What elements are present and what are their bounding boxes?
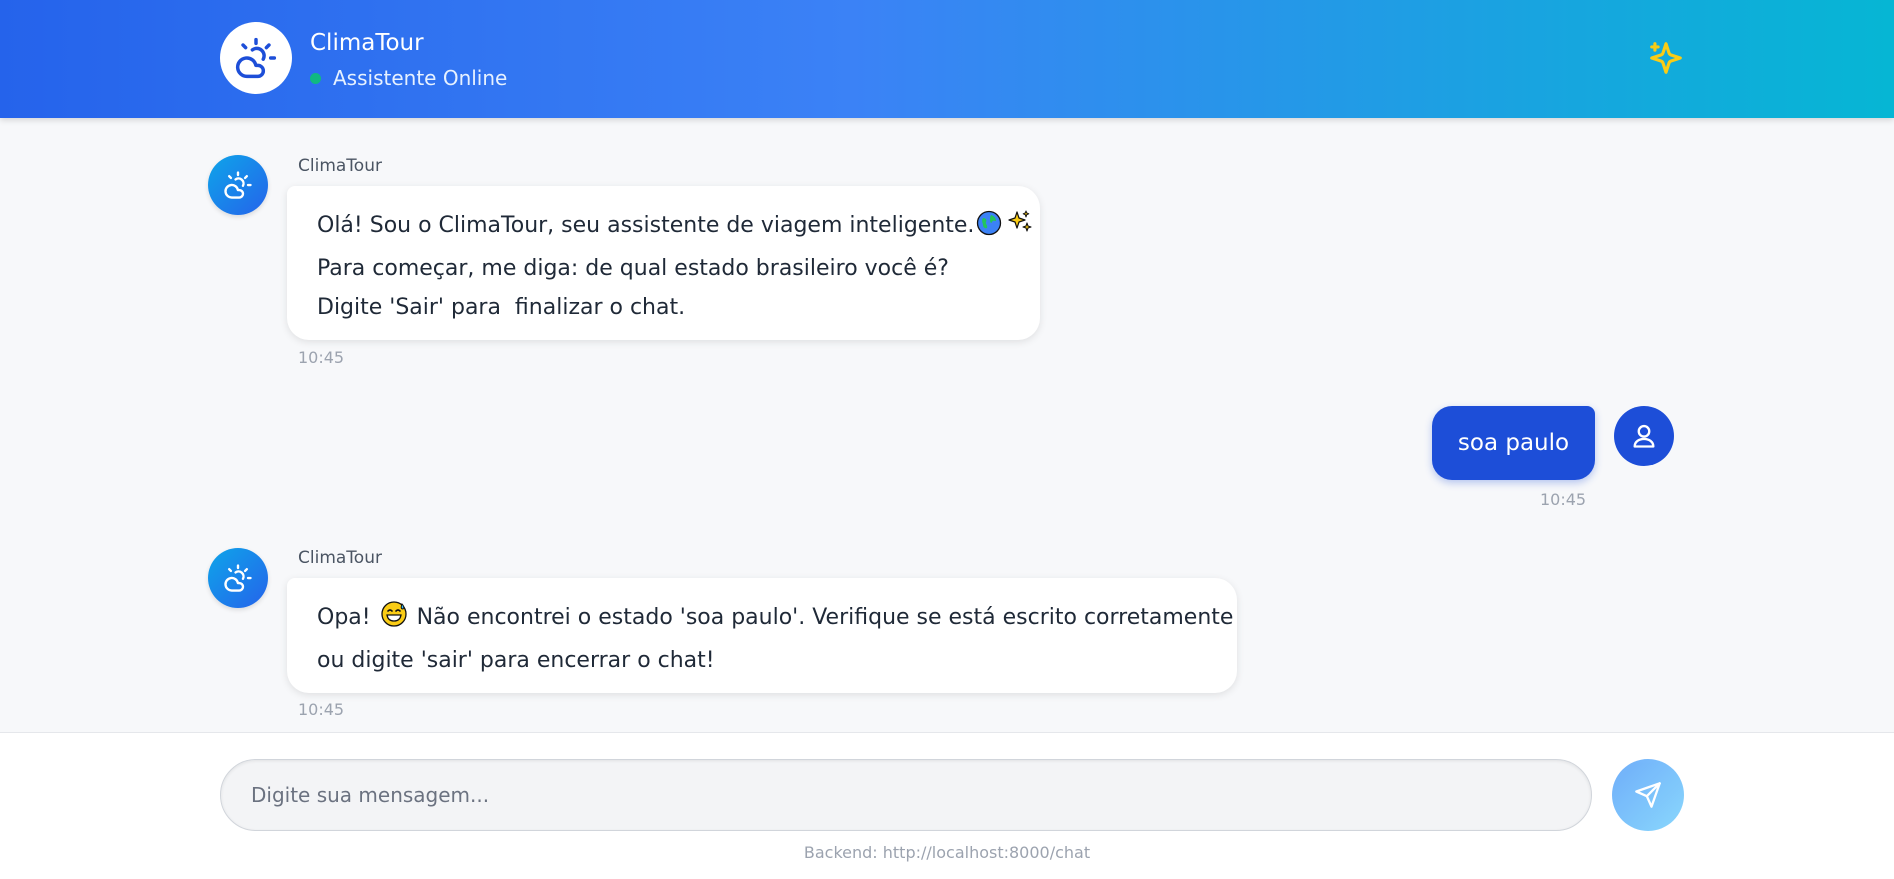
message-sender: ClimaTour (298, 156, 382, 176)
weather-sun-cloud-icon (235, 37, 277, 79)
online-status: Assistente Online (310, 66, 507, 90)
chat-messages[interactable]: ClimaTour Olá! Sou o ClimaTour, seu assi… (0, 118, 1894, 732)
sparkles-icon (1650, 42, 1682, 74)
online-dot (310, 72, 321, 84)
message-line: Para começar, me diga: de qual estado br… (317, 256, 949, 281)
send-button[interactable] (1612, 759, 1684, 831)
send-icon (1635, 782, 1661, 808)
app-header: ClimaTour Assistente Online (0, 0, 1894, 118)
status-text: Assistente Online (333, 66, 508, 90)
message-input[interactable] (220, 759, 1592, 831)
bot-avatar (208, 155, 268, 215)
app-title: ClimaTour (310, 30, 424, 56)
user-message-bubble: soa paulo (1432, 406, 1595, 480)
sparkles-emoji-icon (1006, 208, 1034, 249)
sparkles-button[interactable] (1646, 38, 1686, 78)
composer: Backend: http://localhost:8000/chat (0, 732, 1894, 879)
message-text: Não encontrei o estado 'soa paulo'. Veri… (416, 605, 1234, 630)
bot-message-bubble: Opa! Não encontrei o estado 'soa paulo'.… (287, 578, 1237, 693)
message-text: Opa! (317, 605, 371, 630)
weather-sun-cloud-icon (224, 564, 252, 592)
message-time: 10:45 (298, 348, 345, 367)
message-text: Olá! Sou o ClimaTour, seu assistente de … (317, 213, 975, 238)
message-line: Opa! Não encontrei o estado 'soa paulo'.… (317, 598, 1233, 641)
bot-avatar (208, 548, 268, 608)
bot-message-bubble: Olá! Sou o ClimaTour, seu assistente de … (287, 186, 1040, 340)
grinning-sweat-emoji-icon (380, 600, 408, 641)
message-sender: ClimaTour (298, 548, 382, 568)
user-avatar (1614, 406, 1674, 466)
message-line: ou digite 'sair' para encerrar o chat! (317, 648, 715, 673)
backend-url: Backend: http://localhost:8000/chat (803, 843, 1091, 862)
globe-emoji-icon (976, 210, 1002, 249)
message-line: Digite 'Sair' para finalizar o chat. (317, 295, 686, 320)
weather-sun-cloud-icon (224, 171, 252, 199)
message-time: 10:45 (1540, 490, 1587, 509)
message-time: 10:45 (298, 700, 345, 719)
message-line: Olá! Sou o ClimaTour, seu assistente de … (317, 206, 1032, 249)
user-icon (1633, 424, 1655, 448)
logo (220, 22, 292, 94)
